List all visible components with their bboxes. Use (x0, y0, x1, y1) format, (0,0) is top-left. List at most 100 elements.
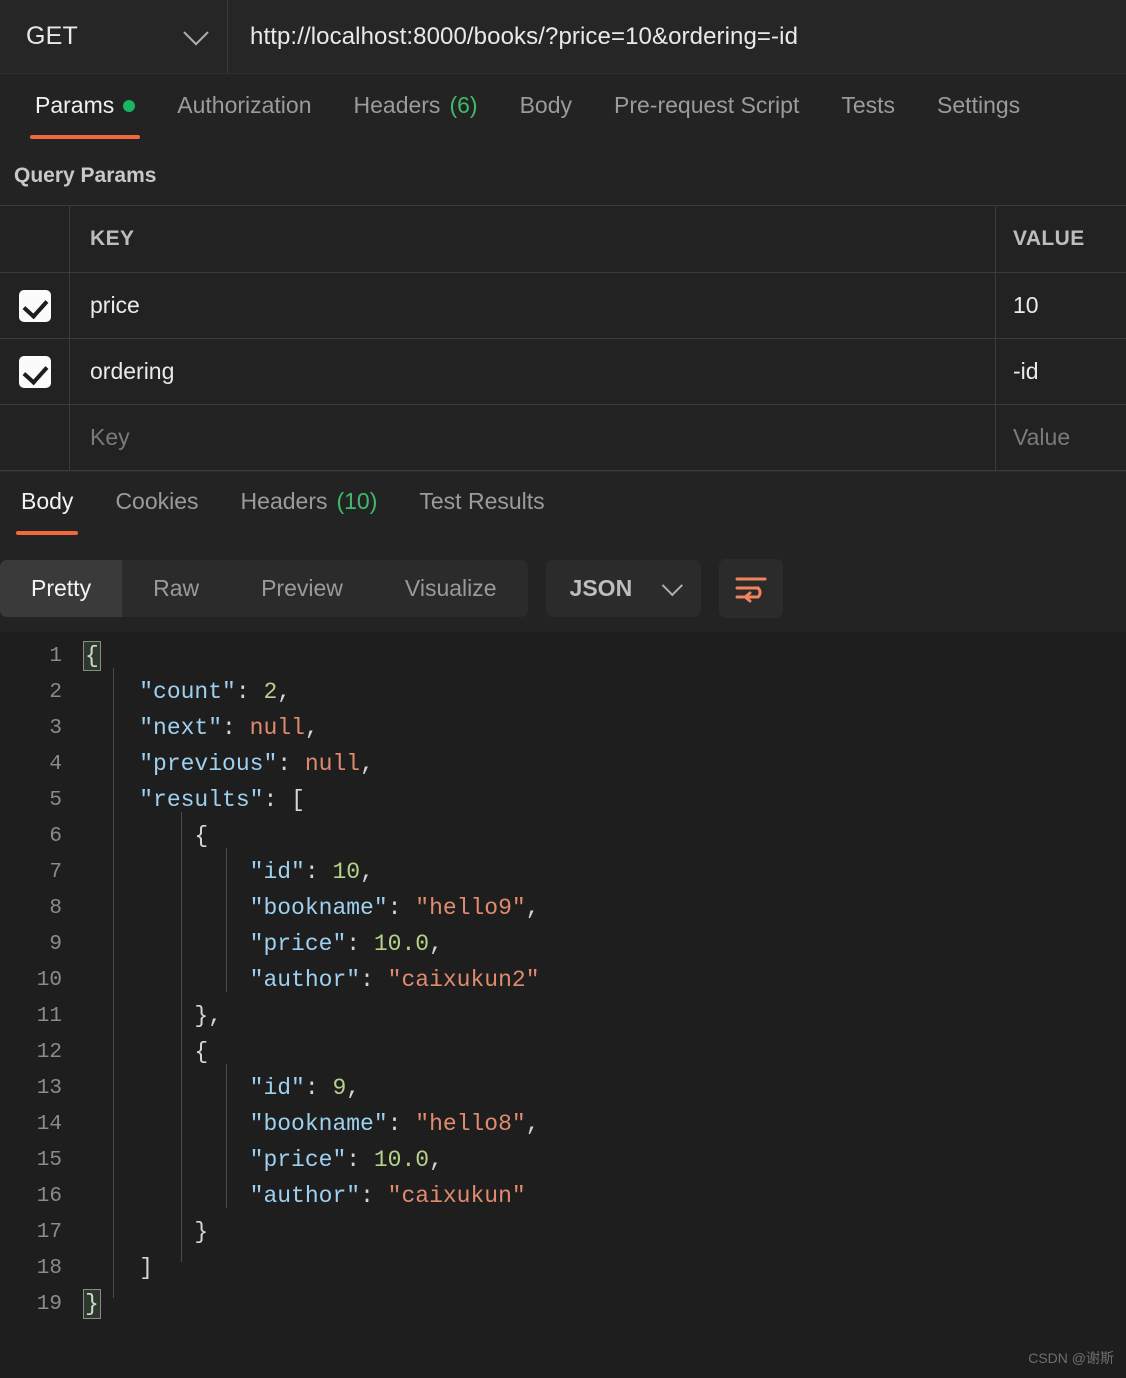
url-input-wrapper[interactable]: http://localhost:8000/books/?price=10&or… (228, 0, 1126, 73)
code-text[interactable]: "author": "caixukun" (84, 1183, 526, 1209)
new-value-cell[interactable]: Value (996, 405, 1126, 470)
code-text[interactable]: { (84, 1039, 208, 1065)
code-text[interactable]: ] (84, 1255, 153, 1281)
code-token: , (429, 931, 443, 957)
request-tab-tests[interactable]: Tests (820, 92, 916, 147)
code-text[interactable]: } (83, 1289, 101, 1319)
watermark: CSDN @谢斯 (1028, 1350, 1114, 1366)
line-number: 14 (36, 1112, 62, 1136)
code-line: 9 "price": 10.0, (0, 926, 1126, 962)
code-token: : (360, 967, 388, 993)
code-token: }, (194, 1003, 223, 1029)
request-tab-settings[interactable]: Settings (916, 92, 1041, 147)
active-tab-underline (16, 531, 79, 535)
header-key-cell: KEY (70, 206, 996, 272)
code-text[interactable]: "count": 2, (84, 679, 291, 705)
code-token: "results" (139, 787, 264, 813)
response-view-preview[interactable]: Preview (230, 560, 374, 617)
code-text[interactable]: { (83, 641, 101, 671)
row-key-cell[interactable]: price (70, 273, 996, 338)
code-token: 2 (263, 679, 278, 705)
line-number: 16 (36, 1184, 62, 1208)
response-view-raw[interactable]: Raw (122, 560, 230, 617)
response-view-visualize[interactable]: Visualize (374, 560, 528, 617)
new-key-cell[interactable]: Key (70, 405, 996, 470)
code-line: 17 } (0, 1214, 1126, 1250)
row-value-cell[interactable]: 10 (996, 273, 1126, 338)
code-text[interactable]: "results": [ (84, 787, 305, 813)
response-tab-cookies[interactable]: Cookies (94, 488, 219, 543)
code-text[interactable]: }, (84, 1003, 222, 1029)
http-method-select[interactable]: GET (0, 0, 228, 73)
code-token: "id" (249, 1075, 305, 1101)
param-enabled-checkbox[interactable] (18, 289, 51, 322)
line-number: 10 (36, 968, 62, 992)
word-wrap-button[interactable] (719, 558, 784, 618)
line-number: 8 (49, 896, 62, 920)
code-text[interactable]: "id": 9, (84, 1075, 360, 1101)
code-token: ] (139, 1255, 154, 1281)
new-value-placeholder: Value (1013, 424, 1071, 450)
code-token: : (360, 1183, 388, 1209)
code-token: : (222, 715, 250, 741)
code-text[interactable]: } (84, 1219, 208, 1245)
code-token: , (360, 751, 374, 777)
request-tab-pre-request-script[interactable]: Pre-request Script (593, 92, 820, 147)
row-checkbox-cell (0, 339, 70, 404)
response-tab-body[interactable]: Body (0, 488, 94, 543)
response-tab-headers[interactable]: Headers (10) (220, 488, 399, 543)
code-text[interactable]: "price": 10.0, (84, 1147, 443, 1173)
modified-dot-icon (123, 100, 136, 112)
table-header-row: KEY VALUE (0, 206, 1126, 273)
request-tab-label: Settings (937, 92, 1021, 118)
code-text[interactable]: "next": null, (84, 715, 318, 741)
request-tab-label: Params (35, 92, 115, 118)
word-wrap-icon (735, 577, 767, 603)
response-tab-test-results[interactable]: Test Results (398, 488, 565, 543)
request-tab-label: Pre-request Script (614, 92, 800, 118)
matching-brace: } (83, 1289, 101, 1319)
code-token: , (429, 1147, 443, 1173)
code-token: null (249, 715, 305, 741)
code-text[interactable]: "author": "caixukun2" (84, 967, 540, 993)
code-token: "id" (249, 859, 305, 885)
code-line: 14 "bookname": "hello8", (0, 1106, 1126, 1142)
code-text[interactable]: "id": 10, (84, 859, 374, 885)
code-line: 11 }, (0, 998, 1126, 1034)
request-tab-body[interactable]: Body (499, 92, 593, 147)
code-text[interactable]: "price": 10.0, (84, 931, 443, 957)
response-view-pretty[interactable]: Pretty (0, 559, 123, 617)
request-tab-headers[interactable]: Headers (6) (333, 92, 499, 147)
code-text[interactable]: "bookname": "hello8", (84, 1111, 540, 1137)
line-number: 6 (49, 824, 62, 848)
response-body-editor[interactable]: 1{2 "count": 2, 3 "next": null, 4 "previou… (0, 632, 1126, 1344)
url-input[interactable]: http://localhost:8000/books/?price=10&or… (250, 23, 798, 51)
code-line: 4 "previous": null, (0, 746, 1126, 782)
row-key-cell[interactable]: ordering (70, 339, 996, 404)
row-value-cell[interactable]: -id (996, 339, 1126, 404)
request-url-bar: GET http://localhost:8000/books/?price=1… (0, 0, 1126, 74)
line-number: 11 (36, 1004, 62, 1028)
code-text[interactable]: "bookname": "hello9", (84, 895, 540, 921)
code-token: 10.0 (373, 1147, 430, 1173)
table-row-empty: Key Value (0, 405, 1126, 471)
request-tab-authorization[interactable]: Authorization (156, 92, 332, 147)
line-number: 7 (49, 860, 62, 884)
request-tab-params[interactable]: Params (14, 92, 156, 147)
code-text[interactable]: "previous": null, (84, 751, 374, 777)
matching-brace: { (83, 641, 101, 671)
line-number: 19 (36, 1292, 62, 1316)
active-tab-underline (30, 135, 141, 139)
response-language-select[interactable]: JSON (545, 559, 702, 617)
param-enabled-checkbox[interactable] (18, 355, 51, 388)
line-number: 5 (49, 788, 62, 812)
code-text[interactable]: { (84, 823, 208, 849)
code-line: 12 { (0, 1034, 1126, 1070)
